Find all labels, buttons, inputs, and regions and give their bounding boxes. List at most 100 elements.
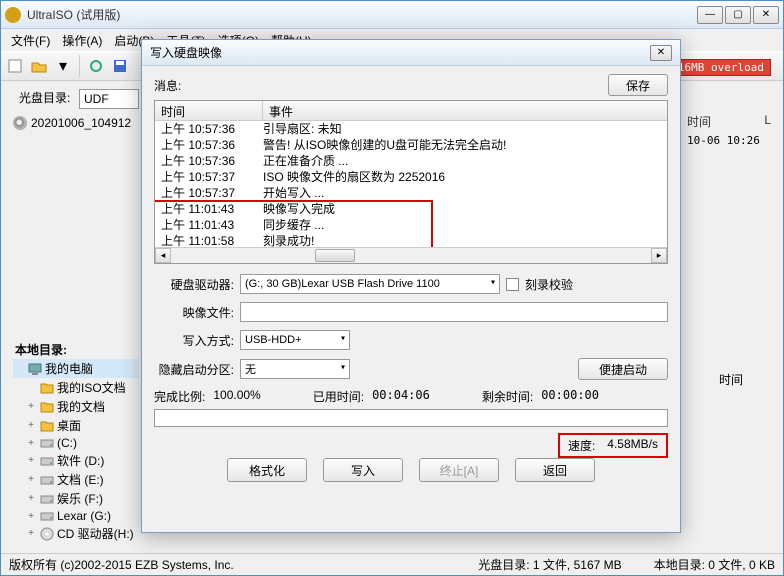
drive-dropdown[interactable]: (G:, 30 GB)Lexar USB Flash Drive 1100 [240, 274, 500, 294]
tree-label: 桌面 [57, 417, 81, 434]
quick-boot-button[interactable]: 便捷启动 [578, 358, 668, 380]
abort-button[interactable]: 终止[A] [419, 458, 499, 482]
log-event: 引导扇区: 未知 [263, 121, 667, 137]
remain-value: 00:00:00 [541, 388, 599, 405]
copyright-text: 版权所有 (c)2002-2015 EZB Systems, Inc. [9, 556, 234, 573]
folder-icon [40, 400, 54, 414]
save-icon[interactable] [110, 56, 130, 76]
tree-item[interactable]: + Lexar (G:) [13, 508, 139, 524]
minimize-button[interactable]: — [697, 6, 723, 24]
drive-label: 硬盘驱动器: [154, 276, 234, 293]
log-row[interactable]: 上午 11:01:43映像写入完成 [155, 201, 667, 217]
log-event: 正在准备介质 ... [263, 153, 667, 169]
drive-icon [40, 492, 54, 506]
dropdown-icon[interactable]: ▾ [53, 56, 73, 76]
scroll-left-icon[interactable]: ◂ [155, 248, 171, 263]
disc-dir-label: 光盘目录: [15, 89, 74, 106]
elapsed-value: 00:04:06 [372, 388, 430, 405]
new-icon[interactable] [5, 56, 25, 76]
log-event: 映像写入完成 [263, 201, 667, 217]
format-button[interactable]: 格式化 [227, 458, 307, 482]
drive-icon [40, 509, 54, 523]
log-time: 上午 11:01:43 [155, 217, 263, 233]
dialog-close-button[interactable]: ✕ [650, 45, 672, 61]
expand-icon[interactable]: + [25, 511, 37, 522]
tree-item[interactable]: 我的ISO文档 [13, 378, 139, 397]
date-value: 10-06 10:26 [687, 134, 771, 147]
back-button[interactable]: 返回 [515, 458, 595, 482]
drive-icon [40, 436, 54, 450]
col-l: L [764, 113, 771, 127]
time-header: 时间 [687, 115, 711, 129]
tree-item[interactable]: 我的电脑 [13, 359, 139, 378]
expand-icon[interactable]: + [25, 528, 37, 539]
local-dir-status: 本地目录: 0 文件, 0 KB [654, 556, 775, 573]
titlebar: UltraISO (试用版) — ▢ ✕ [1, 1, 783, 29]
open-icon[interactable] [29, 56, 49, 76]
menu-action[interactable]: 操作(A) [56, 32, 108, 49]
hidden-partition-dropdown[interactable]: 无 [240, 359, 350, 379]
tree-item[interactable]: + (C:) [13, 435, 139, 451]
image-file-input[interactable] [240, 302, 668, 322]
refresh-icon[interactable] [86, 56, 106, 76]
tree-label: 软件 (D:) [57, 452, 104, 469]
save-button[interactable]: 保存 [608, 74, 668, 96]
tree-item[interactable]: +娱乐 (F:) [13, 489, 139, 508]
local-tree: 我的电脑我的ISO文档+我的文档+桌面+(C:)+软件 (D:)+文档 (E:)… [13, 359, 139, 543]
log-row[interactable]: 上午 10:57:37ISO 映像文件的扇区数为 2252016 [155, 169, 667, 185]
log-row[interactable]: 上午 10:57:36警告! 从ISO映像创建的U盘可能无法完全启动! [155, 137, 667, 153]
drive-icon [40, 473, 54, 487]
tree-label: (C:) [57, 436, 77, 450]
progress-value: 100.00% [213, 388, 260, 405]
dialog-titlebar: 写入硬盘映像 ✕ [142, 40, 680, 66]
disc-icon [13, 116, 27, 130]
write-mode-dropdown[interactable]: USB-HDD+ [240, 330, 350, 350]
tree-label: Lexar (G:) [57, 509, 111, 523]
log-row[interactable]: 上午 11:01:43同步缓存 ... [155, 217, 667, 233]
app-icon [5, 7, 21, 23]
log-row[interactable]: 上午 10:57:36正在准备介质 ... [155, 153, 667, 169]
tree-item[interactable]: +我的文档 [13, 397, 139, 416]
tree-item[interactable]: + 桌面 [13, 416, 139, 435]
dialog-title: 写入硬盘映像 [150, 44, 650, 61]
log-row[interactable]: 上午 10:57:36引导扇区: 未知 [155, 121, 667, 137]
expand-icon[interactable]: + [25, 455, 37, 466]
verify-checkbox[interactable] [506, 278, 519, 291]
disc-tree-item[interactable]: 20201006_104912 [13, 113, 137, 133]
disc-dir-status: 光盘目录: 1 文件, 5167 MB [478, 556, 621, 573]
log-hscrollbar[interactable]: ◂ ▸ [155, 247, 667, 263]
log-event: 警告! 从ISO映像创建的U盘可能无法完全启动! [263, 137, 667, 153]
speed-box: 速度: 4.58MB/s [558, 433, 668, 458]
expand-icon[interactable]: + [25, 438, 37, 449]
maximize-button[interactable]: ▢ [725, 6, 751, 24]
main-window: UltraISO (试用版) — ▢ ✕ 文件(F) 操作(A) 启动(B) 工… [0, 0, 784, 576]
log-time: 上午 10:57:36 [155, 137, 263, 153]
log-time: 上午 10:57:36 [155, 153, 263, 169]
expand-icon[interactable]: + [25, 401, 37, 412]
log-row[interactable]: 上午 10:57:37开始写入 ... [155, 185, 667, 201]
expand-icon[interactable]: + [25, 493, 37, 504]
log-event: 同步缓存 ... [263, 217, 667, 233]
write-disk-image-dialog: 写入硬盘映像 ✕ 消息: 保存 时间 事件 上午 10:57:36引导扇区: 未… [141, 39, 681, 533]
tree-label: 文档 (E:) [57, 471, 104, 488]
tree-label: 我的电脑 [45, 360, 93, 377]
tree-label: 我的ISO文档 [57, 379, 126, 396]
expand-icon[interactable]: + [25, 420, 37, 431]
tree-item[interactable]: + 软件 (D:) [13, 451, 139, 470]
write-button[interactable]: 写入 [323, 458, 403, 482]
close-button[interactable]: ✕ [753, 6, 779, 24]
folder-sel-icon [40, 381, 54, 395]
scroll-right-icon[interactable]: ▸ [651, 248, 667, 263]
log-event: 开始写入 ... [263, 185, 667, 201]
log-listview[interactable]: 时间 事件 上午 10:57:36引导扇区: 未知上午 10:57:36警告! … [154, 100, 668, 264]
write-mode-label: 写入方式: [154, 332, 234, 349]
tree-item[interactable]: + 文档 (E:) [13, 470, 139, 489]
col-event[interactable]: 事件 [263, 101, 667, 120]
format-field[interactable]: UDF [79, 89, 139, 109]
tree-item[interactable]: +CD 驱动器(H:) [13, 524, 139, 543]
menu-file[interactable]: 文件(F) [5, 32, 56, 49]
scroll-thumb[interactable] [315, 249, 355, 262]
expand-icon[interactable]: + [25, 474, 37, 485]
log-time: 上午 11:01:43 [155, 201, 263, 217]
col-time[interactable]: 时间 [155, 101, 263, 120]
